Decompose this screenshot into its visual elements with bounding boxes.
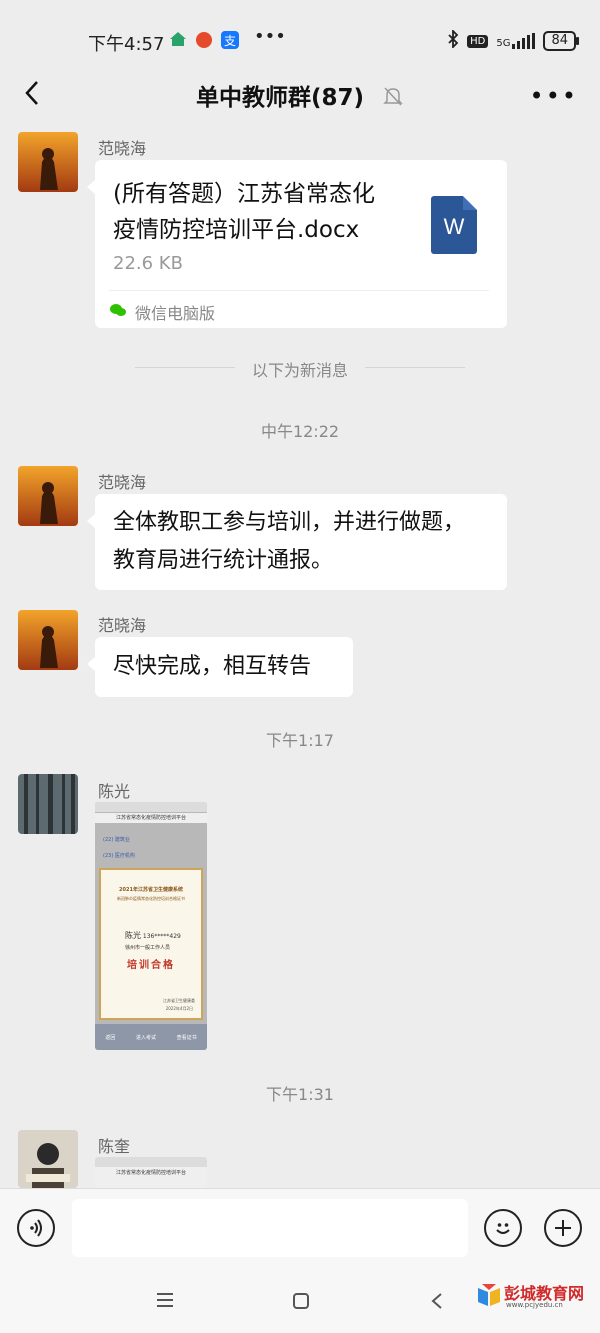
avatar[interactable] bbox=[18, 610, 78, 670]
timestamp: 中午12:22 bbox=[260, 422, 340, 441]
sender-name: 范晓海 bbox=[98, 473, 147, 492]
timestamp: 下午1:17 bbox=[266, 731, 334, 750]
voice-button[interactable] bbox=[17, 1209, 55, 1247]
home-app-icon bbox=[168, 30, 188, 53]
avatar[interactable] bbox=[18, 466, 78, 526]
text-message-bubble[interactable]: 全体教职工参与培训，并进行做题， 教育局进行统计通报。 bbox=[87, 494, 507, 590]
more-options-button[interactable]: ••• bbox=[530, 82, 578, 110]
wechat-icon bbox=[109, 302, 127, 322]
status-time: 下午4:57 bbox=[88, 34, 165, 55]
shot-exam-button: 进入考试 bbox=[135, 1034, 156, 1041]
input-bar bbox=[0, 1188, 600, 1269]
avatar[interactable] bbox=[18, 132, 78, 192]
source-label: 微信电脑版 bbox=[135, 304, 216, 323]
cert-phone: 136*****429 bbox=[142, 933, 181, 940]
battery-indicator: 84 bbox=[543, 31, 579, 51]
word-icon-letter: W bbox=[443, 214, 465, 239]
cert-issuer: 江苏省卫生健康委 bbox=[163, 998, 195, 1003]
svg-text:支: 支 bbox=[224, 34, 236, 48]
status-more-icon: ••• bbox=[254, 26, 286, 47]
bluetooth-icon bbox=[447, 28, 459, 52]
sender-name: 陈光 bbox=[98, 782, 131, 801]
file-message-card[interactable]: (所有答题）江苏省常态化 疫情防控培训平台.docx 22.6 KB W 微信电… bbox=[87, 160, 507, 328]
watermark-logo: 彭城教育网 www.pcjyedu.cn bbox=[476, 1278, 594, 1318]
certificate: 2021年江苏省卫生健康系统 新冠肺炎疫情常态化防控培训合格证书 陈光 136*… bbox=[99, 868, 203, 1020]
chat-title: 单中教师群(87) bbox=[0, 78, 600, 113]
message-text: 尽快完成，相互转告 bbox=[113, 654, 312, 679]
shot-header: 江苏省常态化疫情防控培训平台 bbox=[115, 1170, 186, 1176]
shot-cert-button: 查看证书 bbox=[176, 1034, 197, 1041]
image-message[interactable]: 江苏省常态化疫情防控培训平台 (22) 建筑业 (23) 医疗机构 2021年江… bbox=[95, 802, 207, 1050]
cert-unit: 徐州市一般工作人员 bbox=[125, 945, 171, 951]
cert-title2: 新冠肺炎疫情常态化防控培训合格证书 bbox=[117, 896, 185, 901]
message-text-line1: 全体教职工参与培训，并进行做题， bbox=[113, 510, 466, 535]
word-doc-icon: W bbox=[431, 196, 477, 254]
file-name-line1: (所有答题）江苏省常态化 bbox=[113, 181, 375, 207]
system-nav-bar: 彭城教育网 www.pcjyedu.cn bbox=[0, 1268, 600, 1333]
cert-name: 陈光 bbox=[125, 931, 141, 940]
image-message[interactable]: 江苏省常态化疫情防控培训平台 bbox=[95, 1157, 207, 1188]
network-label: 5G bbox=[496, 38, 511, 49]
sender-name: 陈奎 bbox=[98, 1137, 131, 1156]
menu-nav-icon[interactable] bbox=[156, 1292, 174, 1312]
avatar[interactable] bbox=[18, 774, 78, 834]
watermark-url: www.pcjyedu.cn bbox=[506, 1301, 563, 1309]
cert-date: 2022年4月2日 bbox=[165, 1006, 193, 1011]
cert-title1: 2021年江苏省卫生健康系统 bbox=[119, 887, 183, 893]
emoji-button[interactable] bbox=[484, 1209, 522, 1247]
back-nav-icon[interactable] bbox=[430, 1292, 444, 1314]
mute-bell-icon bbox=[382, 85, 404, 113]
shot-back-button: 返回 bbox=[105, 1034, 116, 1041]
red-app-icon bbox=[194, 30, 214, 53]
sender-name: 范晓海 bbox=[98, 616, 147, 635]
avatar[interactable] bbox=[18, 1130, 78, 1188]
message-input[interactable] bbox=[72, 1199, 468, 1257]
plus-button[interactable] bbox=[544, 1209, 582, 1247]
sender-name: 范晓海 bbox=[98, 139, 147, 158]
shot-row2: (23) 医疗机构 bbox=[103, 853, 135, 859]
hd-badge: HD bbox=[467, 34, 489, 48]
shot-row1: (22) 建筑业 bbox=[103, 837, 130, 843]
alipay-icon: 支 bbox=[220, 30, 240, 55]
group-name: 单中教师群(87) bbox=[195, 85, 364, 111]
file-name-line2: 疫情防控培训平台.docx bbox=[113, 217, 360, 243]
text-message-bubble[interactable]: 尽快完成，相互转告 bbox=[87, 637, 353, 697]
new-messages-divider: 以下为新消息 bbox=[251, 361, 348, 380]
shot-header: 江苏省常态化疫情防控培训平台 bbox=[95, 813, 207, 823]
file-size: 22.6 KB bbox=[113, 253, 183, 274]
home-nav-icon[interactable] bbox=[292, 1292, 310, 1314]
file-source: 微信电脑版 bbox=[109, 300, 215, 324]
timestamp: 下午1:31 bbox=[266, 1085, 334, 1104]
signal-icon bbox=[512, 33, 536, 49]
cert-result: 培训合格 bbox=[127, 960, 175, 971]
message-text-line2: 教育局进行统计通报。 bbox=[113, 548, 334, 573]
